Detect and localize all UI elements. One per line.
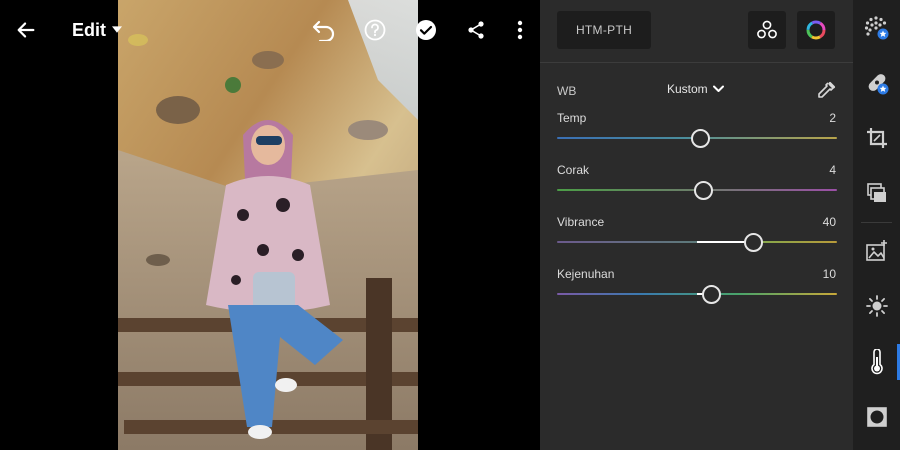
tint-thumb[interactable] bbox=[693, 181, 713, 200]
temp-thumb[interactable] bbox=[690, 129, 710, 148]
share-icon bbox=[468, 21, 484, 39]
saturation-slider[interactable]: Kejenuhan 10 bbox=[557, 267, 837, 307]
rail-selective[interactable] bbox=[853, 228, 900, 274]
adjustments-panel: HTM-PTH WB Kustom Temp 2 Corak 4 Vibranc… bbox=[540, 0, 853, 450]
help-button[interactable] bbox=[361, 16, 389, 44]
saturation-label: Kejenuhan bbox=[557, 267, 615, 281]
color-mix-icon bbox=[757, 20, 777, 39]
saturation-value: 10 bbox=[822, 267, 836, 281]
rail-color[interactable] bbox=[853, 339, 900, 385]
more-vert-icon bbox=[517, 20, 523, 40]
vibrance-label: Vibrance bbox=[557, 215, 605, 229]
wb-eyedropper-button[interactable] bbox=[815, 80, 837, 107]
auto-icon bbox=[864, 16, 888, 40]
photo-canvas[interactable] bbox=[118, 0, 418, 450]
rail-healing[interactable] bbox=[853, 60, 900, 106]
vibrance-value: 40 bbox=[822, 215, 836, 229]
rail-vignette[interactable] bbox=[853, 394, 900, 440]
photo-stage: Edit bbox=[0, 0, 540, 450]
tool-rail bbox=[853, 0, 900, 450]
help-icon bbox=[364, 19, 386, 41]
mixer-button[interactable] bbox=[748, 11, 786, 49]
vibrance-slider[interactable]: Vibrance 40 bbox=[557, 215, 837, 255]
color-grading-button[interactable] bbox=[797, 11, 835, 49]
undo-button[interactable] bbox=[310, 16, 338, 44]
more-options-button[interactable] bbox=[508, 16, 532, 44]
undo-icon bbox=[312, 20, 335, 41]
panel-divider bbox=[540, 62, 853, 63]
crop-icon bbox=[866, 128, 887, 148]
temp-value: 2 bbox=[829, 111, 836, 125]
rail-divider bbox=[861, 222, 892, 223]
temp-label: Temp bbox=[557, 111, 587, 125]
tint-value: 4 bbox=[829, 163, 836, 177]
share-button[interactable] bbox=[462, 16, 490, 44]
rail-crop[interactable] bbox=[853, 115, 900, 161]
rail-auto[interactable] bbox=[853, 5, 900, 51]
selective-icon bbox=[865, 240, 887, 261]
photo-image bbox=[118, 0, 418, 450]
profile-preset-button[interactable]: HTM-PTH bbox=[557, 11, 651, 49]
wb-preset-value: Kustom bbox=[667, 82, 708, 96]
tint-slider[interactable]: Corak 4 bbox=[557, 163, 837, 203]
white-balance-row: WB Kustom bbox=[557, 80, 837, 102]
done-check-icon bbox=[416, 20, 436, 40]
back-button[interactable] bbox=[12, 16, 40, 44]
healing-icon bbox=[868, 74, 888, 95]
done-button[interactable] bbox=[412, 16, 440, 44]
color-icon bbox=[870, 349, 883, 375]
dropdown-caret-icon bbox=[112, 26, 122, 33]
presets-icon bbox=[866, 183, 886, 202]
edit-mode-label: Edit bbox=[72, 19, 106, 40]
wb-preset-dropdown[interactable]: Kustom bbox=[667, 82, 724, 96]
top-toolbar: Edit bbox=[0, 0, 540, 60]
eyedropper-icon bbox=[818, 82, 835, 98]
rail-presets[interactable] bbox=[853, 170, 900, 216]
tint-label: Corak bbox=[557, 163, 590, 177]
chevron-down-icon bbox=[712, 85, 724, 92]
vibrance-thumb[interactable] bbox=[744, 233, 763, 252]
back-arrow-icon bbox=[17, 22, 35, 38]
saturation-thumb[interactable] bbox=[702, 285, 721, 304]
light-icon bbox=[865, 295, 888, 317]
temp-slider[interactable]: Temp 2 bbox=[557, 111, 837, 151]
edit-mode-dropdown[interactable]: Edit bbox=[72, 16, 122, 44]
rail-light[interactable] bbox=[853, 283, 900, 329]
vignette-icon bbox=[866, 407, 887, 427]
color-wheel-icon bbox=[806, 20, 826, 40]
wb-label: WB bbox=[557, 84, 577, 98]
